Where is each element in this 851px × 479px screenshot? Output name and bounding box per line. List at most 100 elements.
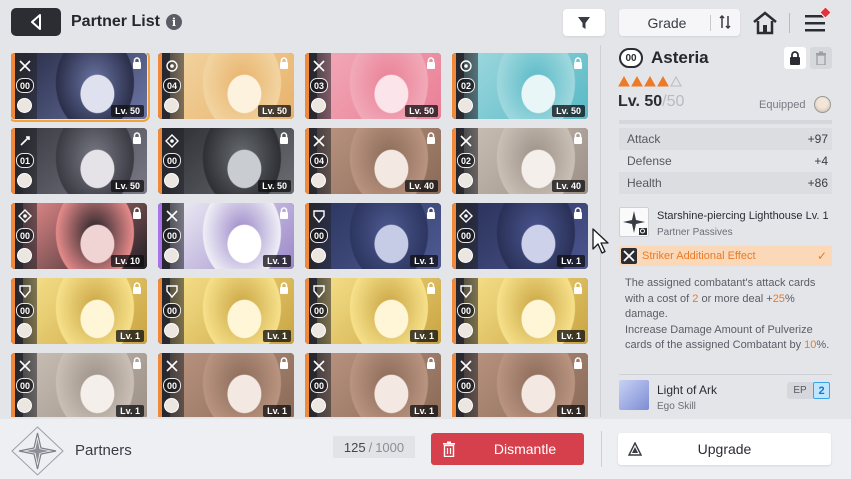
partner-card[interactable]: 01 Lv. 50 bbox=[11, 128, 147, 194]
stat-label: Health bbox=[627, 176, 662, 190]
passive-title: Starshine-piercing Lighthouse Lv. 1 bbox=[657, 210, 829, 222]
ego-skill-title: Light of Ark bbox=[657, 383, 718, 397]
stats-divider bbox=[619, 120, 832, 124]
sort-divider bbox=[710, 15, 711, 31]
partner-card[interactable]: 00 Lv. 10 bbox=[11, 203, 147, 269]
striker-class-icon bbox=[166, 360, 178, 372]
trash-icon bbox=[443, 441, 455, 457]
lock-icon bbox=[280, 57, 288, 69]
rarity-bar bbox=[452, 278, 456, 344]
level-tag: Lv. 50 bbox=[405, 105, 438, 117]
delete-button[interactable] bbox=[810, 47, 832, 69]
cost-badge: 00 bbox=[457, 378, 475, 393]
lock-icon bbox=[574, 207, 582, 219]
cost-badge: 00 bbox=[457, 228, 475, 243]
partner-count: 125/1000 bbox=[333, 436, 415, 458]
partner-card[interactable]: 00 Lv. 50 bbox=[158, 128, 294, 194]
controller-class-icon bbox=[165, 134, 179, 148]
partner-card[interactable]: 04 Lv. 50 bbox=[158, 53, 294, 119]
page-title: Partner List bbox=[71, 13, 160, 30]
equipped-avatar-icon bbox=[311, 323, 326, 338]
partner-card[interactable]: 00 Lv. 1 bbox=[452, 278, 588, 344]
cost-badge: 00 bbox=[310, 228, 328, 243]
trash-icon bbox=[816, 51, 826, 65]
equipped-avatar-icon bbox=[17, 98, 32, 113]
desc-text: or more deal + bbox=[698, 292, 773, 305]
partner-card[interactable]: 00 Lv. 1 bbox=[158, 203, 294, 269]
effect-description: The assigned combatant's attack cards wi… bbox=[625, 276, 830, 354]
dismantle-button[interactable]: Dismantle bbox=[431, 433, 584, 465]
rarity-bar bbox=[305, 278, 309, 344]
level-current: Lv. 50 bbox=[618, 93, 663, 110]
top-bar: Partner List i Grade bbox=[0, 0, 851, 46]
partner-card[interactable]: 00 Lv. 1 bbox=[11, 353, 147, 417]
lock-icon bbox=[574, 132, 582, 144]
star-empty-icon bbox=[670, 76, 682, 87]
partner-card[interactable]: 04 Lv. 40 bbox=[305, 128, 441, 194]
partner-card[interactable]: 00 Lv. 1 bbox=[11, 278, 147, 344]
equipped-avatar-icon bbox=[311, 173, 326, 188]
equipped-avatar-icon bbox=[458, 98, 473, 113]
cost-badge: 02 bbox=[457, 153, 475, 168]
sort-direction-icon[interactable] bbox=[719, 14, 731, 30]
vanguard-class-icon bbox=[19, 285, 31, 299]
cost-badge: 00 bbox=[16, 228, 34, 243]
cost-badge: 00 bbox=[16, 78, 34, 93]
ego-skill-icon[interactable] bbox=[619, 380, 649, 410]
rarity-bar bbox=[158, 53, 162, 119]
level-tag: Lv. 1 bbox=[557, 330, 585, 342]
equipped-avatar-icon bbox=[164, 173, 179, 188]
filter-icon bbox=[578, 16, 590, 29]
partner-card[interactable]: 02 Lv. 40 bbox=[452, 128, 588, 194]
partner-card[interactable]: 00 Lv. 1 bbox=[158, 278, 294, 344]
stat-label: Defense bbox=[627, 154, 672, 168]
rarity-bar bbox=[452, 128, 456, 194]
striker-effect-toggle[interactable]: Striker Additional Effect ✓ bbox=[619, 246, 832, 266]
partner-card[interactable]: 00 Lv. 1 bbox=[452, 353, 588, 417]
partner-card[interactable]: 03 Lv. 50 bbox=[305, 53, 441, 119]
striker-icon bbox=[621, 248, 637, 264]
home-button[interactable] bbox=[751, 9, 779, 37]
rarity-bar bbox=[452, 53, 456, 119]
sort-button[interactable]: Grade bbox=[619, 9, 740, 36]
count-separator: / bbox=[368, 439, 373, 455]
header-divider bbox=[789, 13, 790, 33]
back-button[interactable] bbox=[11, 8, 61, 36]
mouse-cursor-icon bbox=[592, 228, 609, 254]
cost-badge: 01 bbox=[16, 153, 34, 168]
equipped-avatar-icon bbox=[164, 248, 179, 263]
equipped-avatar-icon bbox=[311, 98, 326, 113]
cost-badge: 04 bbox=[163, 78, 181, 93]
desc-text: Increase Damage Amount of Pulverize card… bbox=[625, 323, 813, 352]
partner-card[interactable]: 00 Lv. 50 bbox=[11, 53, 150, 122]
partner-card[interactable]: 02 Lv. 50 bbox=[452, 53, 588, 119]
partner-card[interactable]: 00 Lv. 1 bbox=[158, 353, 294, 417]
filter-button[interactable] bbox=[563, 9, 605, 36]
dismantle-label: Dismantle bbox=[493, 441, 557, 457]
lock-icon bbox=[133, 282, 141, 294]
level-tag: Lv. 50 bbox=[111, 180, 144, 192]
lighthouse-icon[interactable] bbox=[619, 207, 649, 237]
star-filled-icon bbox=[631, 76, 643, 87]
rarity-bar bbox=[158, 278, 162, 344]
equipped-combatant-avatar[interactable] bbox=[814, 96, 831, 113]
partner-grid: 00 Lv. 50 04 Lv. 50 03 Lv. 50 02 Lv. 50 01 Lv. 50… bbox=[11, 53, 588, 417]
level-tag: Lv. 1 bbox=[410, 255, 438, 267]
info-icon[interactable]: i bbox=[166, 14, 182, 30]
partner-card[interactable]: 00 Lv. 1 bbox=[305, 203, 441, 269]
partner-card[interactable]: 00 Lv. 1 bbox=[452, 203, 588, 269]
cost-badge: 02 bbox=[457, 78, 475, 93]
striker-class-icon bbox=[166, 210, 178, 222]
partner-card[interactable]: 00 Lv. 1 bbox=[305, 353, 441, 417]
stat-row-attack: Attack +97 bbox=[619, 128, 832, 150]
partner-card[interactable]: 00 Lv. 1 bbox=[305, 278, 441, 344]
rarity-bar bbox=[11, 128, 15, 194]
cost-badge: 04 bbox=[310, 153, 328, 168]
cost-badge: 00 bbox=[163, 228, 181, 243]
rarity-bar bbox=[158, 353, 162, 417]
stat-row-health: Health +86 bbox=[619, 172, 832, 194]
lock-icon bbox=[574, 282, 582, 294]
level-tag: Lv. 1 bbox=[116, 405, 144, 417]
upgrade-button[interactable]: Upgrade bbox=[618, 433, 831, 465]
lock-button[interactable] bbox=[784, 47, 806, 69]
